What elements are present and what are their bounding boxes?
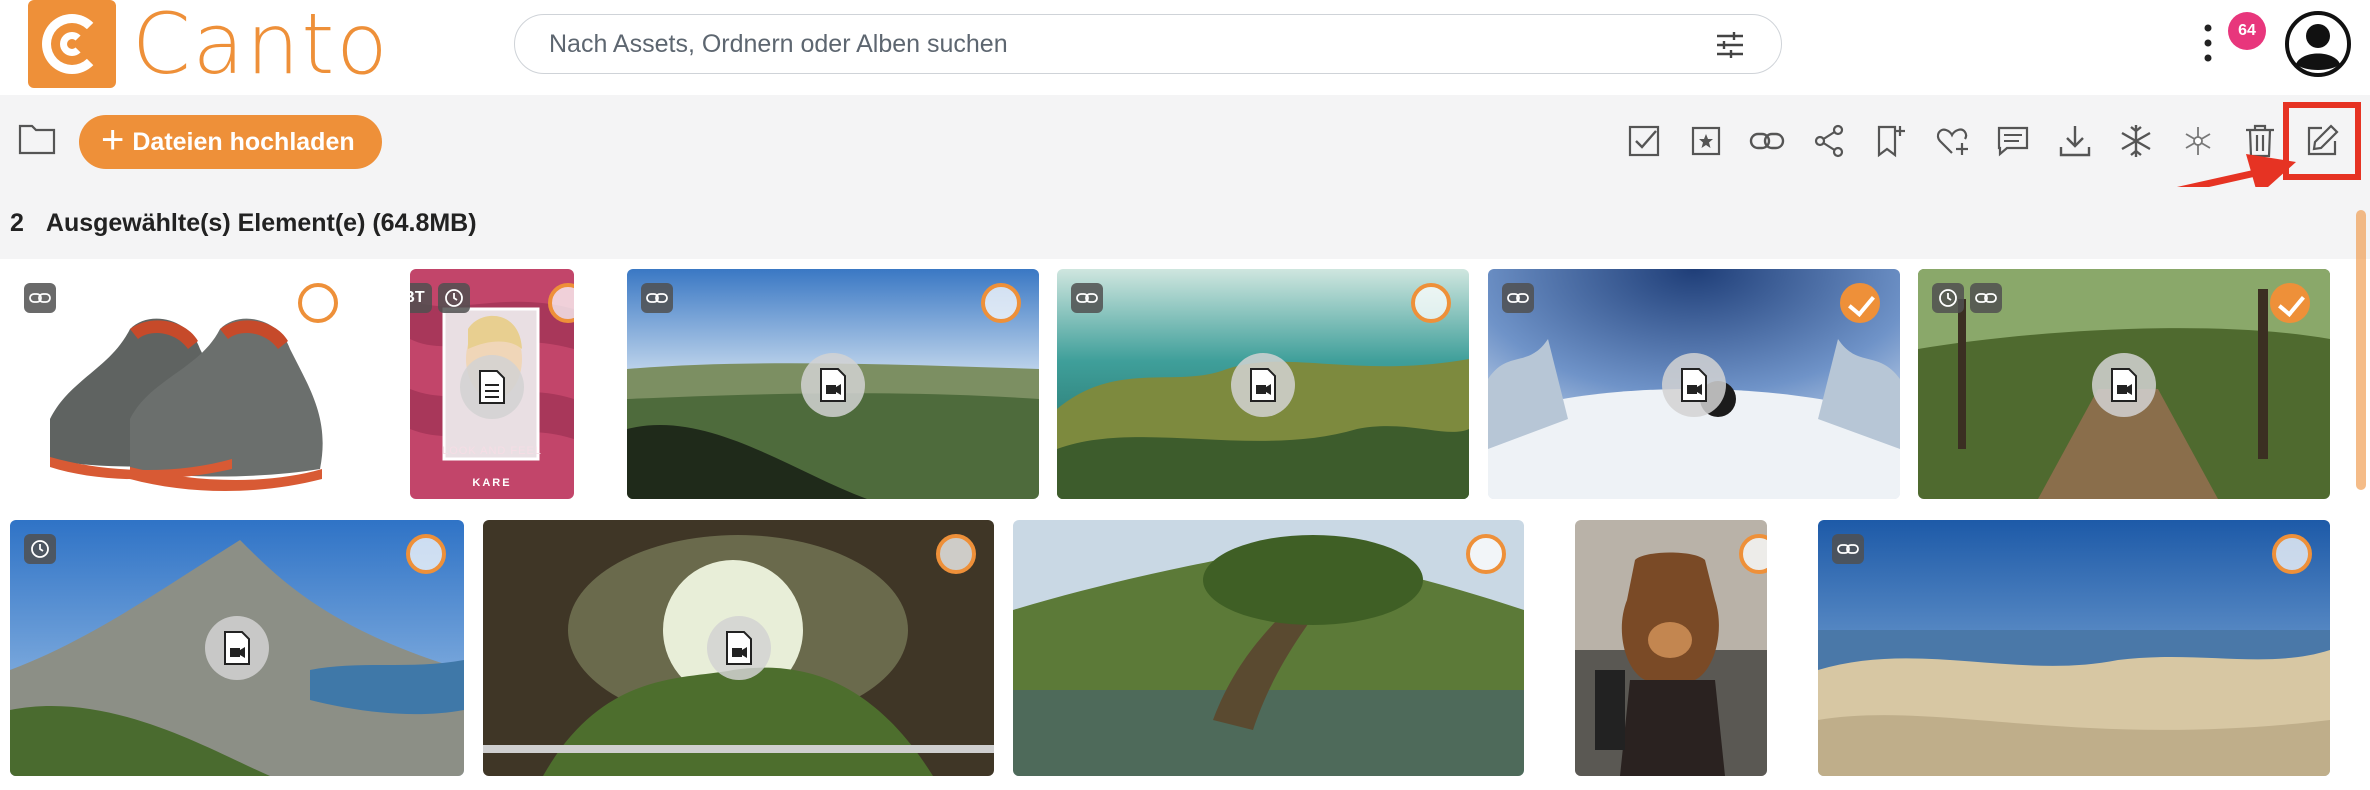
video-type-icon — [801, 353, 865, 417]
search-bar — [514, 14, 1782, 74]
clock-chip — [1932, 283, 1964, 313]
document-type-icon — [460, 355, 524, 419]
select-checkbox[interactable] — [2272, 534, 2312, 574]
vertical-scrollbar[interactable] — [2356, 210, 2366, 490]
selected-count: 2 — [10, 208, 24, 237]
document-brand: KARE — [472, 477, 512, 489]
clock-chip — [24, 534, 56, 564]
asset-tile-dog[interactable] — [1575, 520, 1767, 776]
select-checkbox-checked[interactable] — [1840, 283, 1880, 323]
link-chip — [24, 283, 56, 313]
plus-icon: + — [101, 118, 125, 162]
canto-logo-mark — [28, 0, 116, 88]
selected-label: Ausgewählte(s) Element(e) (64.8MB) — [45, 208, 477, 237]
select-checkbox[interactable] — [981, 283, 1021, 323]
dog-image — [1575, 520, 1767, 776]
select-checkbox[interactable] — [936, 534, 976, 574]
select-all-icon[interactable] — [1624, 121, 1664, 161]
asset-tile-landscape[interactable] — [627, 269, 1039, 499]
select-checkbox-checked[interactable] — [2270, 283, 2310, 323]
coast-image — [1818, 520, 2330, 776]
asset-tile-tree-lake[interactable] — [1013, 520, 1524, 776]
top-header: Canto 64 — [0, 0, 2370, 95]
star-icon[interactable] — [1686, 121, 1726, 161]
favorite-add-icon[interactable] — [1932, 121, 1972, 161]
user-avatar-icon[interactable] — [2284, 10, 2352, 78]
video-type-icon — [2092, 353, 2156, 417]
video-type-icon — [1662, 353, 1726, 417]
share-icon[interactable] — [1809, 121, 1849, 161]
bt-chip: BT — [410, 283, 432, 313]
asset-grid: BT LOOK AND FEEL KARE — [0, 259, 2370, 790]
asset-tile-forest[interactable] — [1918, 269, 2330, 499]
notification-badge[interactable]: 64 — [2228, 12, 2266, 50]
app-name: Canto — [132, 0, 390, 93]
link-chip — [641, 283, 673, 313]
search-input[interactable] — [549, 24, 1649, 64]
select-checkbox[interactable] — [1411, 283, 1451, 323]
select-checkbox[interactable] — [1466, 534, 1506, 574]
link-icon[interactable] — [1747, 121, 1787, 161]
asset-tile-shoes[interactable] — [10, 269, 356, 499]
folder-icon[interactable] — [18, 121, 56, 155]
selection-summary: 2 Ausgewählte(s) Element(e) (64.8MB) — [0, 187, 2370, 259]
tree-lake-image — [1013, 520, 1524, 776]
select-checkbox[interactable] — [298, 283, 338, 323]
asset-tile-coast[interactable] — [1818, 520, 2330, 776]
asset-tile-underwater[interactable] — [1057, 269, 1469, 499]
bookmark-add-icon[interactable] — [1870, 121, 1910, 161]
asset-tile-mountain[interactable] — [10, 520, 464, 776]
link-chip — [1502, 283, 1534, 313]
link-chip — [1970, 283, 2002, 313]
select-checkbox[interactable] — [406, 534, 446, 574]
video-type-icon — [205, 616, 269, 680]
bt-chip-label: BT — [410, 289, 425, 306]
link-chip — [1071, 283, 1103, 313]
canto-logo[interactable]: Canto — [28, 0, 390, 88]
asset-tile-cave[interactable] — [483, 520, 994, 776]
more-menu-icon[interactable] — [2198, 22, 2218, 64]
upload-files-button[interactable]: + Dateien hochladen — [79, 115, 382, 169]
document-caption: LOOK AND FEEL — [442, 445, 542, 457]
clock-chip — [438, 283, 470, 313]
link-chip — [1832, 534, 1864, 564]
video-type-icon — [707, 616, 771, 680]
upload-files-label: Dateien hochladen — [132, 127, 355, 156]
video-type-icon — [1231, 353, 1295, 417]
asset-tile-snow[interactable] — [1488, 269, 1900, 499]
asset-tile-fabric-document[interactable]: BT LOOK AND FEEL KARE — [410, 269, 574, 499]
filter-sliders-icon[interactable] — [1715, 31, 1745, 59]
